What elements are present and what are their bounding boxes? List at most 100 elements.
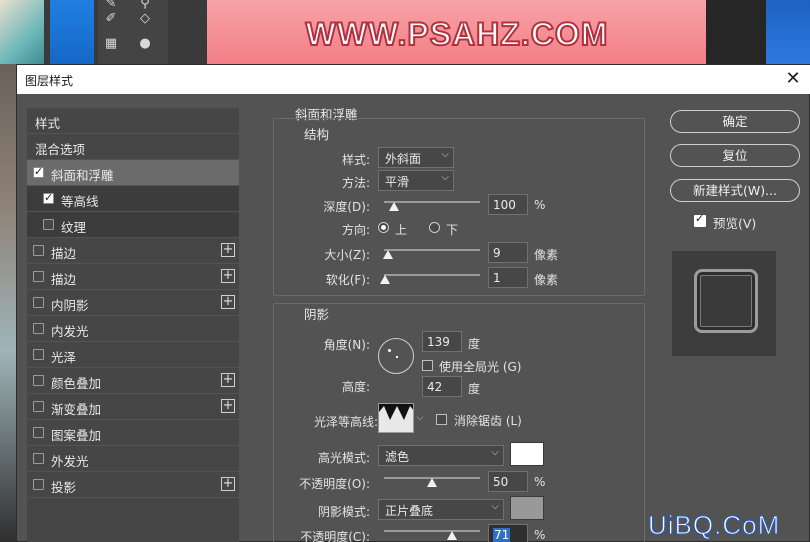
- style-list-item[interactable]: 样式: [27, 108, 239, 134]
- slider-thumb[interactable]: [427, 478, 437, 487]
- structure-group: 结构 样式: 外斜面 ⌵ 方法: 平滑 ⌵ 深度(D): 100 % 方向: 上 下…: [273, 118, 645, 296]
- shadow-color-swatch[interactable]: [510, 496, 544, 520]
- bevel-style-select[interactable]: 外斜面 ⌵: [378, 147, 454, 168]
- slider-thumb[interactable]: [382, 250, 393, 259]
- highlight-color-swatch[interactable]: [510, 442, 544, 466]
- add-effect-icon[interactable]: +: [221, 269, 235, 283]
- technique-select[interactable]: 平滑 ⌵: [378, 170, 454, 191]
- watermark-text: WWW.PSAHZ.COM: [305, 15, 609, 53]
- direction-up-radio[interactable]: [378, 222, 389, 233]
- style-list-item[interactable]: 纹理: [27, 212, 239, 238]
- slider-track: [384, 274, 480, 276]
- style-checkbox[interactable]: [33, 349, 44, 360]
- add-effect-icon[interactable]: +: [221, 295, 235, 309]
- highlight-opacity-input[interactable]: 50: [488, 471, 528, 492]
- antialias-label: 消除锯齿 (L): [454, 414, 522, 428]
- style-list-label: 渐变叠加: [51, 402, 102, 417]
- add-effect-icon[interactable]: +: [221, 243, 235, 257]
- style-list-label: 斜面和浮雕: [51, 168, 114, 183]
- style-checkbox[interactable]: [33, 297, 44, 308]
- preview-checkbox[interactable]: ✓: [694, 212, 706, 227]
- chevron-down-icon: ⌵: [441, 172, 449, 183]
- style-checkbox[interactable]: [33, 323, 44, 334]
- document-canvas: WWW.PSAHZ.COM: [207, 0, 707, 64]
- close-button[interactable]: ✕: [781, 67, 805, 91]
- direction-down-label: 下: [446, 223, 459, 237]
- shadow-mode-select[interactable]: 正片叠底 ⌵: [378, 499, 504, 520]
- size-slider[interactable]: [382, 247, 480, 259]
- style-checkbox[interactable]: [33, 245, 44, 256]
- slider-thumb[interactable]: [379, 275, 390, 284]
- soften-input[interactable]: 1: [488, 267, 528, 288]
- shadow-opacity-unit: %: [534, 528, 546, 542]
- workspace-background: ✎ ⚲ ✐ ◇ ▦ ● WWW.PSAHZ.COM: [0, 0, 810, 64]
- reset-button[interactable]: 复位: [670, 144, 800, 167]
- add-effect-icon[interactable]: +: [221, 373, 235, 387]
- style-checkbox[interactable]: ✓: [43, 191, 54, 204]
- style-list-item[interactable]: ✓ 斜面和浮雕: [27, 160, 239, 186]
- size-label: 大小(Z):: [324, 248, 370, 262]
- dialog-titlebar[interactable]: 图层样式 ✕: [17, 65, 810, 94]
- style-preview-thumbnail: [672, 251, 776, 356]
- direction-down-radio[interactable]: [429, 222, 440, 233]
- new-style-button[interactable]: 新建样式(W)...: [670, 179, 800, 202]
- style-checkbox[interactable]: [33, 375, 44, 386]
- style-list-label: 颜色叠加: [51, 376, 102, 391]
- healing-brush-icon[interactable]: ✐: [104, 12, 118, 26]
- style-checkbox[interactable]: [33, 271, 44, 282]
- style-list-item[interactable]: 图案叠加: [27, 420, 239, 446]
- style-list-label: 描边: [51, 272, 77, 287]
- style-list-item[interactable]: 描边 +: [27, 238, 239, 264]
- style-list-item[interactable]: 光泽: [27, 342, 239, 368]
- slider-thumb[interactable]: [447, 531, 458, 540]
- global-light-checkbox[interactable]: [422, 360, 433, 371]
- style-checkbox[interactable]: [33, 427, 44, 438]
- style-list-item[interactable]: 内发光: [27, 316, 239, 342]
- stamp-tool-icon[interactable]: ⚲: [138, 0, 152, 11]
- style-list-item[interactable]: 内阴影 +: [27, 290, 239, 316]
- size-input[interactable]: 9: [488, 242, 528, 263]
- add-effect-icon[interactable]: +: [221, 477, 235, 491]
- shadow-opacity-slider[interactable]: [384, 528, 480, 540]
- style-list-item[interactable]: ✓ 等高线: [27, 186, 239, 212]
- gradient-tool-icon[interactable]: ▦: [104, 37, 118, 51]
- soften-slider[interactable]: [379, 272, 480, 284]
- shadow-opacity-input[interactable]: 71: [488, 524, 528, 542]
- style-checkbox[interactable]: [33, 479, 44, 490]
- contour-curve-icon: [379, 406, 413, 432]
- site-watermark: UiBQ.CoM: [647, 510, 781, 541]
- highlight-mode-select[interactable]: 滤色 ⌵: [378, 445, 504, 466]
- style-list-label: 投影: [51, 480, 77, 495]
- highlight-opacity-slider[interactable]: [384, 475, 480, 487]
- chevron-down-icon[interactable]: ⌵: [415, 403, 425, 433]
- slider-thumb[interactable]: [388, 202, 399, 211]
- style-list-item[interactable]: 混合选项: [27, 134, 239, 160]
- bevel-emboss-panel: 斜面和浮雕 结构 样式: 外斜面 ⌵ 方法: 平滑 ⌵ 深度(D): 100 % 方…: [273, 107, 655, 542]
- altitude-input[interactable]: 42: [422, 376, 462, 397]
- depth-slider[interactable]: [384, 199, 480, 211]
- style-list-item[interactable]: 外发光: [27, 446, 239, 472]
- dialog-title: 图层样式: [25, 74, 74, 88]
- style-list-item[interactable]: 投影 +: [27, 472, 239, 498]
- depth-input[interactable]: 100: [488, 194, 528, 215]
- style-checkbox[interactable]: [33, 401, 44, 412]
- style-checkbox[interactable]: [43, 219, 54, 230]
- shading-group: 阴影 角度(N): 139 度 使用全局光 (G) 高度: 42 度 光泽等高线…: [273, 303, 645, 542]
- antialias-checkbox[interactable]: [436, 414, 447, 425]
- style-checkbox[interactable]: ✓: [33, 165, 44, 178]
- eraser-icon[interactable]: ◇: [138, 12, 152, 26]
- gloss-contour-picker[interactable]: [378, 403, 414, 433]
- brush-tool-icon[interactable]: ✎: [104, 0, 118, 11]
- add-effect-icon[interactable]: +: [221, 399, 235, 413]
- angle-dial[interactable]: [378, 338, 414, 374]
- style-list-item[interactable]: 渐变叠加 +: [27, 394, 239, 420]
- style-list-label: 描边: [51, 246, 77, 261]
- style-checkbox[interactable]: [33, 453, 44, 464]
- blur-tool-icon[interactable]: ●: [138, 37, 152, 51]
- ok-button[interactable]: 确定: [670, 110, 800, 133]
- depth-label: 深度(D):: [323, 200, 370, 214]
- style-list-label: 等高线: [61, 194, 99, 209]
- style-list-item[interactable]: 颜色叠加 +: [27, 368, 239, 394]
- style-list-item[interactable]: 描边 +: [27, 264, 239, 290]
- angle-input[interactable]: 139: [422, 331, 462, 352]
